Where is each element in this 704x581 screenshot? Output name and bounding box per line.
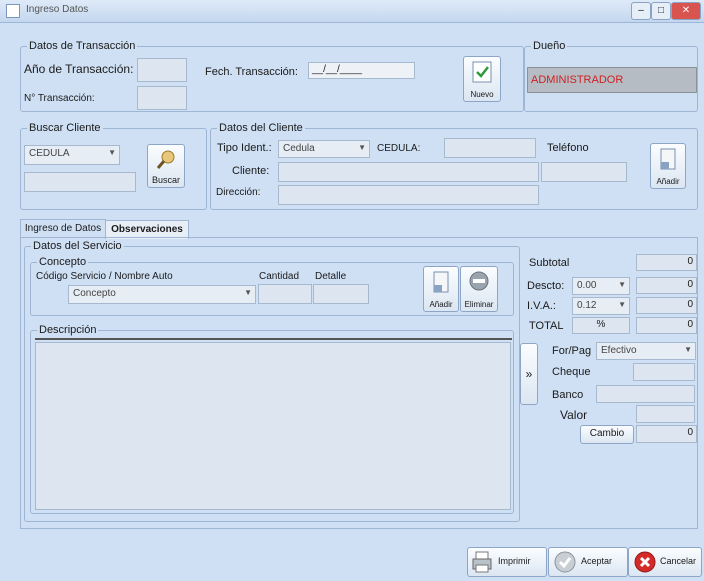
cliente-label: Cliente: xyxy=(232,165,270,177)
descto-pct-select[interactable]: 0.00 ▼ xyxy=(572,277,630,295)
dueno-group-title: Dueño xyxy=(531,40,568,52)
cantidad-label: Cantidad xyxy=(259,271,300,282)
detalle-label: Detalle xyxy=(315,271,347,282)
check-document-icon xyxy=(472,61,492,83)
maximize-button[interactable]: □ xyxy=(651,2,671,20)
add-document-icon xyxy=(433,271,449,293)
chevron-down-icon: ▼ xyxy=(618,300,626,309)
iva-value: 0 xyxy=(636,297,697,314)
app-icon xyxy=(6,4,20,18)
transaccion-group: Datos de Transacción xyxy=(20,40,524,112)
forma-pago-select[interactable]: Efectivo ▼ xyxy=(596,342,696,360)
iva-label: I.V.A.: xyxy=(527,300,556,312)
tipo-ident-label: Tipo Ident.: xyxy=(217,142,272,154)
descripcion-grid[interactable] xyxy=(35,342,511,510)
buscar-cliente-input[interactable] xyxy=(24,172,136,192)
anio-field[interactable] xyxy=(137,58,187,82)
datos-cliente-title: Datos del Cliente xyxy=(217,122,305,134)
chevron-down-icon: ▼ xyxy=(618,280,626,289)
search-icon xyxy=(156,150,175,169)
cancelar-label: Cancelar xyxy=(660,556,697,566)
anadir-servicio-button[interactable]: Añadir xyxy=(423,266,459,312)
nuevo-label: Nuevo xyxy=(470,90,494,99)
transaccion-group-title: Datos de Transacción xyxy=(27,40,138,52)
window-title: Ingreso Datos xyxy=(26,4,89,15)
valor-field[interactable] xyxy=(636,405,695,423)
anadir-cliente-button[interactable]: Añadir xyxy=(650,143,686,189)
telefono-field[interactable] xyxy=(541,162,627,182)
chevron-down-icon: ▼ xyxy=(108,148,116,157)
cantidad-field[interactable] xyxy=(258,284,312,304)
cedula-field[interactable] xyxy=(444,138,536,158)
forma-pago-label: For/Pag xyxy=(552,345,592,357)
fecha-input[interactable]: __/__/____ xyxy=(308,62,415,79)
anadir-servicio-label: Añadir xyxy=(429,300,453,309)
chevron-down-icon: ▼ xyxy=(244,288,252,297)
concepto-group-title: Concepto xyxy=(37,256,89,268)
cancel-icon xyxy=(634,551,656,573)
cambio-value: 0 xyxy=(636,425,697,443)
descripcion-header-line xyxy=(35,338,512,340)
cheque-label: Cheque xyxy=(552,366,591,378)
codigo-label: Código Servicio / Nombre Auto xyxy=(36,271,173,282)
aceptar-label: Aceptar xyxy=(581,556,613,566)
fecha-label: Fech. Transacción: xyxy=(205,66,298,78)
eliminar-servicio-label: Eliminar xyxy=(464,300,494,309)
check-icon xyxy=(554,551,576,573)
cheque-field[interactable] xyxy=(633,363,695,381)
iva-pct-select[interactable]: 0.12 ▼ xyxy=(572,297,630,315)
title-bar: Ingreso Datos – □ ✕ xyxy=(0,0,704,23)
telefono-label: Teléfono xyxy=(547,142,589,154)
aceptar-button[interactable]: Aceptar xyxy=(548,547,628,577)
eliminar-servicio-button[interactable]: Eliminar xyxy=(460,266,498,312)
printer-icon xyxy=(472,551,492,573)
buscar-tipo-select[interactable]: CEDULA ▼ xyxy=(24,145,120,165)
close-window-button[interactable]: ✕ xyxy=(671,2,701,20)
chevron-down-icon: ▼ xyxy=(684,345,692,354)
cliente-field[interactable] xyxy=(278,162,539,182)
cancelar-button[interactable]: Cancelar xyxy=(628,547,702,577)
tipo-ident-select[interactable]: Cedula ▼ xyxy=(278,140,370,158)
codigo-select[interactable]: Concepto ▼ xyxy=(68,285,256,304)
direccion-field[interactable] xyxy=(278,185,539,205)
buscar-button[interactable]: Buscar xyxy=(147,144,185,188)
total-label: TOTAL xyxy=(529,320,564,332)
total-value: 0 xyxy=(636,317,697,334)
numero-field[interactable] xyxy=(137,86,187,110)
buscar-label: Buscar xyxy=(151,175,180,185)
anio-label: Año de Transacción: xyxy=(24,62,134,76)
imprimir-label: Imprimir xyxy=(498,556,531,566)
nuevo-button[interactable]: Nuevo xyxy=(463,56,501,102)
valor-label: Valor xyxy=(560,408,588,422)
cambio-button[interactable]: Cambio xyxy=(580,425,634,444)
chevron-down-icon: ▼ xyxy=(358,143,366,152)
servicio-group-title: Datos del Servicio xyxy=(31,240,124,252)
anadir-cliente-label: Añadir xyxy=(656,177,680,186)
subtotal-value: 0 xyxy=(636,254,697,271)
cedula-label: CEDULA: xyxy=(377,143,421,154)
banco-field[interactable] xyxy=(596,385,695,403)
subtotal-label: Subtotal xyxy=(529,257,570,269)
descto-value: 0 xyxy=(636,277,697,294)
minimize-button[interactable]: – xyxy=(631,2,651,20)
numero-label: N° Transacción: xyxy=(24,93,95,104)
buscar-cliente-title: Buscar Cliente xyxy=(27,122,103,134)
add-document-icon xyxy=(660,148,676,170)
delete-icon xyxy=(469,271,489,291)
total-pct: % xyxy=(572,317,630,334)
dueno-field: ADMINISTRADOR xyxy=(527,67,697,93)
descto-label: Descto: xyxy=(527,280,565,292)
descripcion-label: Descripción xyxy=(37,324,99,336)
tab-ingreso-datos[interactable]: Ingreso de Datos xyxy=(20,219,106,238)
imprimir-button[interactable]: Imprimir xyxy=(467,547,547,577)
direccion-label: Dirección: xyxy=(216,187,261,198)
banco-label: Banco xyxy=(552,389,584,401)
detalle-field[interactable] xyxy=(313,284,369,304)
expand-pago-button[interactable]: » xyxy=(520,343,538,405)
